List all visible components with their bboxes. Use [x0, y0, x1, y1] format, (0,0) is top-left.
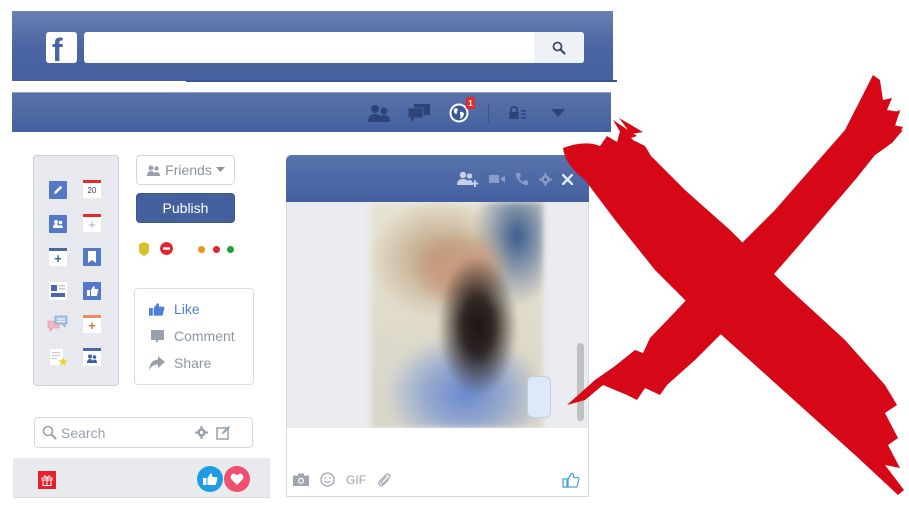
- search-button[interactable]: [534, 32, 584, 63]
- share-arrow-icon: [149, 356, 165, 370]
- privacy-lock-icon: [509, 106, 526, 119]
- event-add-icon[interactable]: +: [83, 315, 101, 333]
- status-dot-red: [213, 246, 220, 253]
- send-like-icon[interactable]: [562, 472, 580, 488]
- calendar-event-icon[interactable]: 20: [83, 180, 101, 198]
- comment-icon: [150, 329, 164, 343]
- close-icon[interactable]: [562, 173, 573, 185]
- calendar-date: 20: [87, 186, 97, 195]
- messages-button[interactable]: [406, 102, 432, 124]
- groups-icon[interactable]: [49, 215, 67, 233]
- red-x-cross-mark: [563, 75, 904, 495]
- voice-call-icon[interactable]: [515, 172, 529, 186]
- comment-button[interactable]: Comment: [149, 328, 235, 344]
- account-menu-button[interactable]: [545, 102, 571, 124]
- notifications-button[interactable]: 1: [446, 97, 475, 124]
- global-search-input[interactable]: [84, 32, 532, 63]
- chat-header[interactable]: [286, 155, 589, 202]
- post-actions-card: Like Comment Share: [134, 288, 254, 385]
- friend-requests-button[interactable]: [366, 102, 392, 124]
- friends-icon: [147, 165, 161, 176]
- gift-button[interactable]: [38, 471, 56, 489]
- add-friend-icon[interactable]: [457, 171, 479, 187]
- chat-scrollbar[interactable]: [577, 343, 584, 421]
- audience-label: Friends: [165, 162, 212, 178]
- messages-icon: [407, 104, 430, 122]
- love-reaction-button[interactable]: [224, 466, 250, 492]
- favorites-star-icon[interactable]: [49, 348, 69, 368]
- chat-messages-area[interactable]: [287, 202, 588, 428]
- chat-message-input[interactable]: [287, 428, 588, 468]
- video-call-icon[interactable]: [489, 174, 505, 184]
- like-button[interactable]: Like: [149, 301, 200, 317]
- message-bubble: [527, 376, 551, 418]
- shortcut-icon-panel: 20 + + +: [33, 155, 119, 386]
- like-reaction-button[interactable]: [197, 466, 223, 492]
- status-dot-green: [227, 246, 234, 253]
- search-icon: [552, 41, 566, 55]
- add-page-icon[interactable]: +: [49, 248, 67, 266]
- chevron-down-icon: [551, 109, 565, 117]
- nav-divider: [488, 103, 489, 123]
- settings-gear-icon[interactable]: [539, 172, 552, 186]
- publish-button[interactable]: Publish: [136, 193, 235, 223]
- share-label: Share: [174, 355, 212, 371]
- header-divider: [186, 80, 617, 82]
- like-label: Like: [174, 301, 200, 317]
- blocked-icon: [160, 242, 173, 255]
- group-page-icon[interactable]: [83, 348, 101, 366]
- compose-message-icon[interactable]: [216, 425, 231, 440]
- heart-icon: [230, 473, 244, 485]
- facebook-logo[interactable]: f: [46, 32, 77, 63]
- calendar-add-icon[interactable]: +: [83, 214, 101, 232]
- thumbs-up-icon: [149, 302, 165, 316]
- news-feed-icon[interactable]: [49, 282, 67, 300]
- search-icon: [42, 425, 57, 440]
- bookmark-icon[interactable]: [83, 248, 101, 266]
- edit-pencil-icon[interactable]: [49, 181, 67, 199]
- emoji-icon[interactable]: [320, 472, 335, 487]
- like-page-icon[interactable]: [83, 282, 101, 300]
- contacts-search: [34, 417, 253, 448]
- chat-sidebar-footer: [13, 458, 270, 498]
- shared-photo-blurred[interactable]: [371, 202, 543, 428]
- camera-icon[interactable]: [293, 473, 309, 486]
- contacts-search-input[interactable]: [57, 424, 187, 441]
- status-indicators: [138, 242, 248, 256]
- share-button[interactable]: Share: [149, 355, 211, 371]
- thumbs-up-icon: [202, 472, 217, 485]
- notification-count-badge: 1: [466, 97, 475, 109]
- gift-icon: [41, 475, 53, 486]
- global-search: [84, 32, 584, 63]
- friend-requests-icon: [368, 105, 390, 122]
- chat-window: GIF: [286, 155, 589, 497]
- chat-composer-toolbar: GIF: [293, 472, 391, 487]
- shield-badge-icon: [139, 242, 149, 256]
- attachment-paperclip-icon[interactable]: [377, 472, 391, 487]
- nav-bar: 1: [12, 92, 611, 132]
- settings-gear-icon[interactable]: [195, 426, 208, 439]
- audience-selector[interactable]: Friends: [136, 155, 235, 185]
- gif-button[interactable]: GIF: [346, 473, 366, 487]
- status-dot-orange: [198, 246, 205, 253]
- facebook-logo-letter: f: [52, 32, 63, 63]
- caret-down-icon: [215, 167, 225, 172]
- comment-label: Comment: [174, 328, 235, 344]
- privacy-shortcuts-button[interactable]: [505, 102, 531, 124]
- chat-bubbles-icon[interactable]: [47, 314, 69, 334]
